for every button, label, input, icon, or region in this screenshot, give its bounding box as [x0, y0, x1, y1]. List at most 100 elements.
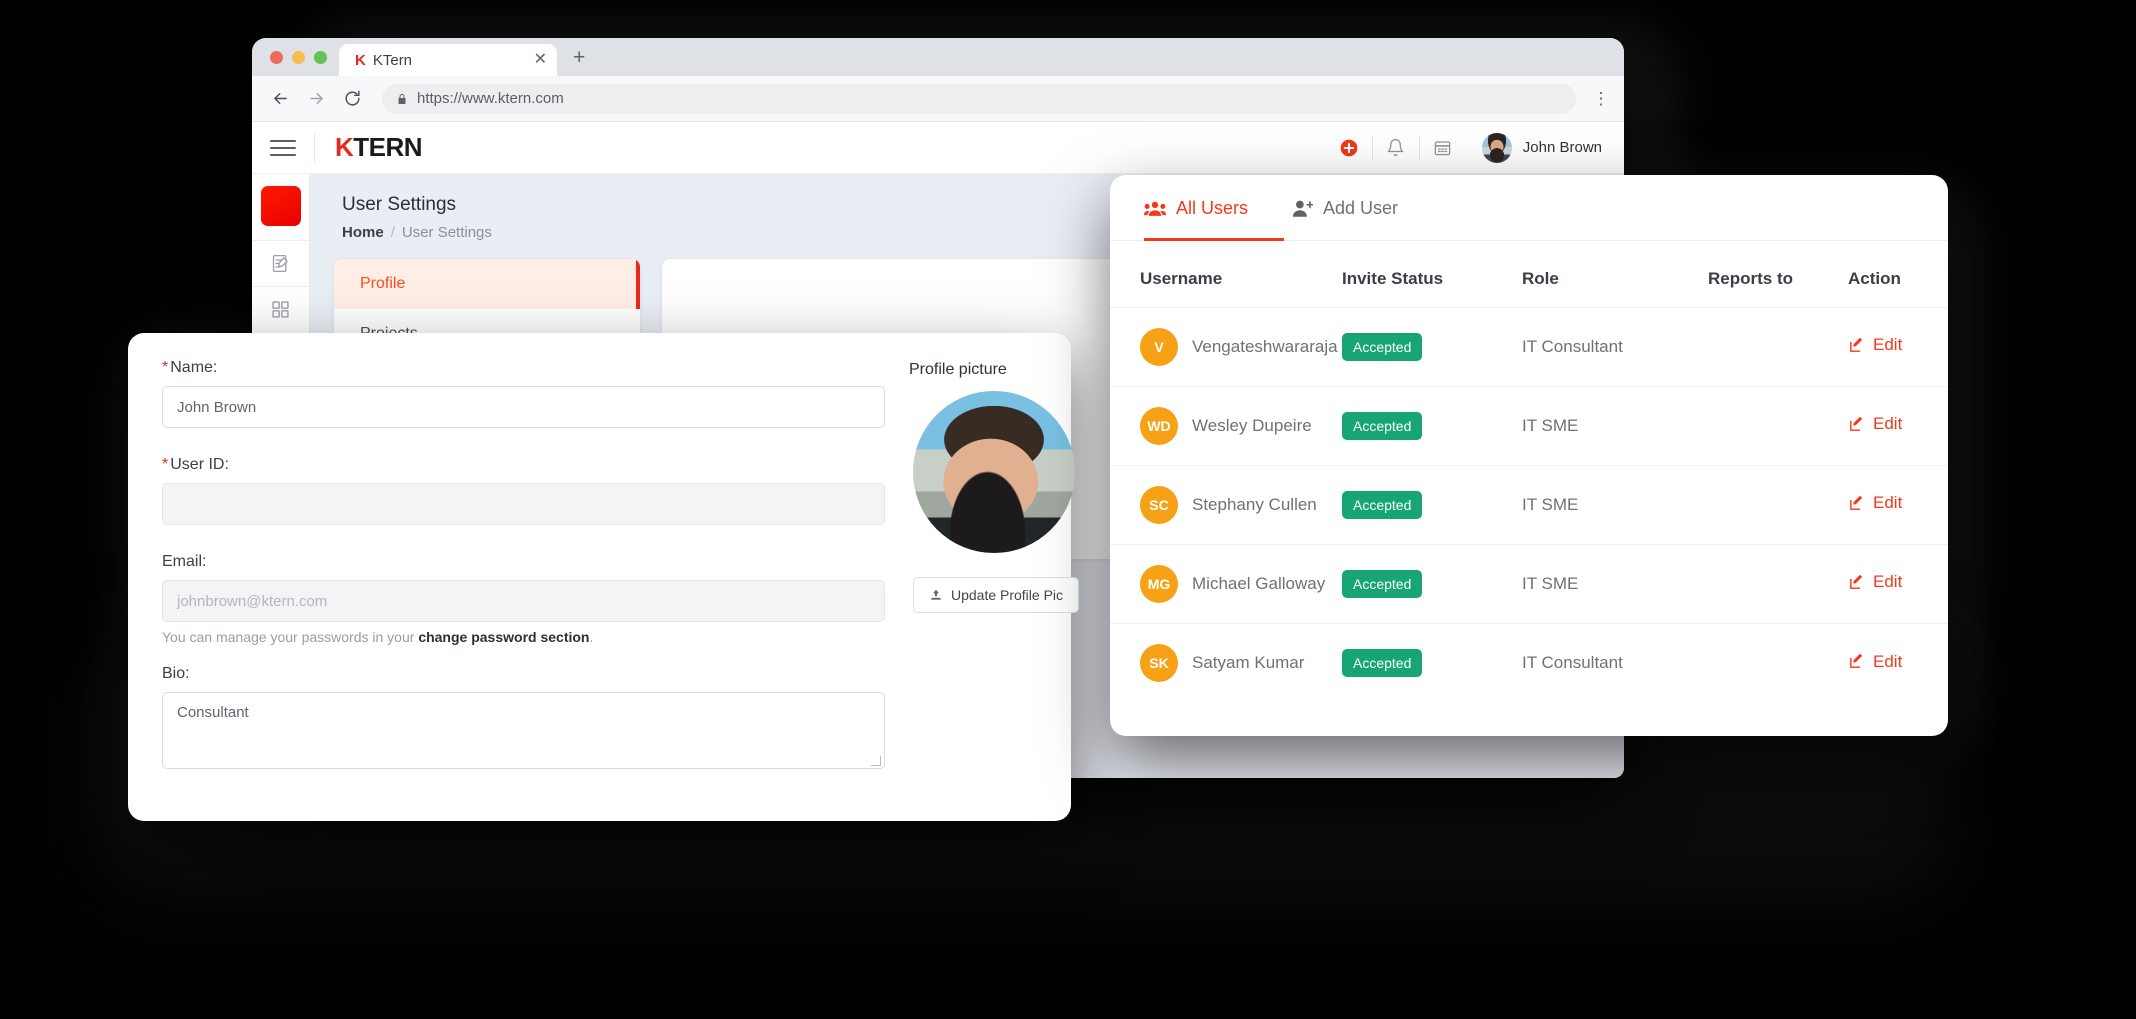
status-badge: Accepted — [1342, 333, 1423, 361]
role-text: IT Consultant — [1522, 653, 1623, 673]
logo-k: K — [335, 132, 354, 162]
cell-invite-status: Accepted — [1342, 386, 1522, 466]
help-plus-icon[interactable] — [1326, 133, 1372, 163]
edit-button[interactable]: Edit — [1848, 493, 1902, 513]
name-label: * Name: — [162, 359, 885, 377]
browser-toolbar: https://www.ktern.com ⋮ — [252, 76, 1624, 122]
edit-button[interactable]: Edit — [1848, 335, 1902, 355]
role-text: IT Consultant — [1522, 337, 1623, 356]
cell-action: Edit — [1848, 465, 1948, 545]
edit-pencil-icon — [1850, 495, 1863, 510]
edit-pencil-icon — [1850, 337, 1863, 352]
profile-form-fields: * Name: John Brown * User ID: Email: johnb… — [162, 359, 885, 795]
logo-rest: TERN — [353, 132, 423, 162]
breadcrumb-current: User Settings — [401, 224, 492, 241]
required-asterisk: * — [162, 456, 169, 473]
edit-button[interactable]: Edit — [1848, 652, 1902, 672]
edit-label: Edit — [1873, 651, 1903, 671]
cell-action: Edit — [1848, 386, 1948, 466]
name-input[interactable]: John Brown — [162, 386, 885, 428]
status-badge: Accepted — [1342, 649, 1423, 678]
field-email: Email: johnbrown@ktern.com You can manag… — [162, 553, 885, 645]
edit-label: Edit — [1873, 414, 1903, 434]
address-bar[interactable]: https://www.ktern.com — [382, 83, 1576, 114]
password-hint-suffix: . — [589, 629, 594, 645]
profile-picture-section: Profile picture Update Profile Pic — [909, 359, 1079, 795]
role-text: IT SME — [1522, 416, 1579, 435]
tab-all-users[interactable]: All Users — [1144, 175, 1248, 241]
status-badge: Accepted — [1342, 491, 1423, 519]
notification-bell-icon[interactable] — [1373, 133, 1419, 163]
screenshot-stage: K KTern ✕ + https://www.ktern.com ⋮ K TE… — [0, 0, 2136, 1019]
edit-label: Edit — [1873, 572, 1903, 592]
table-top-spacer — [1110, 241, 1948, 255]
update-profile-pic-label: Update Profile Pic — [950, 587, 1064, 603]
column-role: Role — [1522, 255, 1708, 308]
close-icon[interactable]: ✕ — [534, 52, 547, 68]
user-name-label: John Brown — [1522, 139, 1602, 156]
user-menu[interactable]: John Brown — [1466, 132, 1602, 163]
required-asterisk: * — [162, 359, 169, 376]
tab-add-user[interactable]: Add User — [1292, 175, 1398, 241]
change-password-link[interactable]: change password section — [418, 629, 589, 645]
password-hint: You can manage your passwords in your ch… — [162, 629, 885, 645]
users-panel: All Users Add User Username Invite Statu… — [1110, 175, 1948, 736]
breadcrumb-home[interactable]: Home — [342, 224, 384, 241]
table-row[interactable]: SC Stephany Cullen Accepted IT SME Edit — [1110, 465, 1948, 545]
cell-username: SC Stephany Cullen — [1110, 465, 1342, 545]
edit-pencil-icon — [1850, 416, 1863, 431]
bio-label: Bio: — [162, 665, 190, 682]
email-input[interactable]: johnbrown@ktern.com — [162, 580, 885, 622]
cell-reports-to — [1708, 544, 1848, 624]
avatar-initials: V — [1140, 328, 1178, 366]
column-invite-status: Invite Status — [1342, 255, 1522, 308]
cell-reports-to — [1708, 386, 1848, 466]
header-divider — [314, 133, 315, 162]
table-row[interactable]: MG Michael Galloway Accepted IT SME Edit — [1110, 544, 1948, 624]
cell-username: WD Wesley Dupeire — [1110, 386, 1342, 466]
edit-label: Edit — [1873, 335, 1903, 355]
cell-role: IT SME — [1522, 465, 1708, 545]
cell-role: IT SME — [1522, 386, 1708, 466]
reload-icon[interactable] — [336, 83, 368, 115]
cell-action: Edit — [1848, 544, 1948, 624]
table-row[interactable]: SK Satyam Kumar Accepted IT Consultant E… — [1110, 624, 1948, 703]
users-panel-tabs: All Users Add User — [1110, 175, 1948, 241]
ktern-logo[interactable]: K TERN — [335, 132, 423, 163]
settings-nav-profile[interactable]: Profile — [334, 259, 640, 309]
cell-role: IT Consultant — [1522, 624, 1708, 703]
close-window-button[interactable] — [270, 50, 283, 64]
bio-textarea[interactable]: Consultant — [162, 692, 885, 769]
forward-arrow-icon[interactable] — [300, 83, 332, 115]
kebab-menu-icon[interactable]: ⋮ — [1590, 89, 1612, 109]
cell-reports-to — [1708, 624, 1848, 703]
sidebar-item-documents[interactable] — [252, 240, 309, 286]
users-table-body: V Vengateshwararaja Accepted IT Consulta… — [1110, 307, 1948, 703]
cell-reports-to — [1708, 307, 1848, 387]
profile-photo-icon[interactable] — [913, 391, 1075, 553]
maximize-window-button[interactable] — [314, 50, 327, 64]
username-text: Wesley Dupeire — [1192, 416, 1312, 435]
table-row[interactable]: WD Wesley Dupeire Accepted IT SME Edit — [1110, 386, 1948, 466]
minimize-window-button[interactable] — [292, 50, 305, 64]
back-arrow-icon[interactable] — [264, 83, 296, 115]
calendar-icon[interactable] — [1420, 133, 1466, 163]
window-controls[interactable] — [266, 38, 339, 76]
edit-button[interactable]: Edit — [1848, 414, 1902, 434]
ktern-square-logo-icon[interactable] — [260, 186, 301, 226]
browser-tab[interactable]: K KTern ✕ — [339, 44, 557, 76]
cell-reports-to — [1708, 465, 1848, 545]
sidebar-item-apps[interactable] — [252, 286, 309, 332]
edit-button[interactable]: Edit — [1848, 572, 1902, 592]
column-reports-to: Reports to — [1708, 255, 1848, 308]
table-row[interactable]: V Vengateshwararaja Accepted IT Consulta… — [1110, 307, 1948, 387]
textarea-resize-handle[interactable] — [871, 756, 881, 766]
update-profile-pic-button[interactable]: Update Profile Pic — [913, 577, 1079, 613]
settings-nav-profile-label: Profile — [360, 275, 406, 292]
hamburger-icon[interactable] — [270, 139, 296, 156]
plus-icon[interactable]: + — [557, 46, 601, 76]
edit-pencil-icon — [1850, 653, 1863, 668]
edit-pencil-icon — [1850, 574, 1863, 589]
user-id-input[interactable] — [162, 483, 885, 525]
bio-value: Consultant — [177, 704, 249, 721]
